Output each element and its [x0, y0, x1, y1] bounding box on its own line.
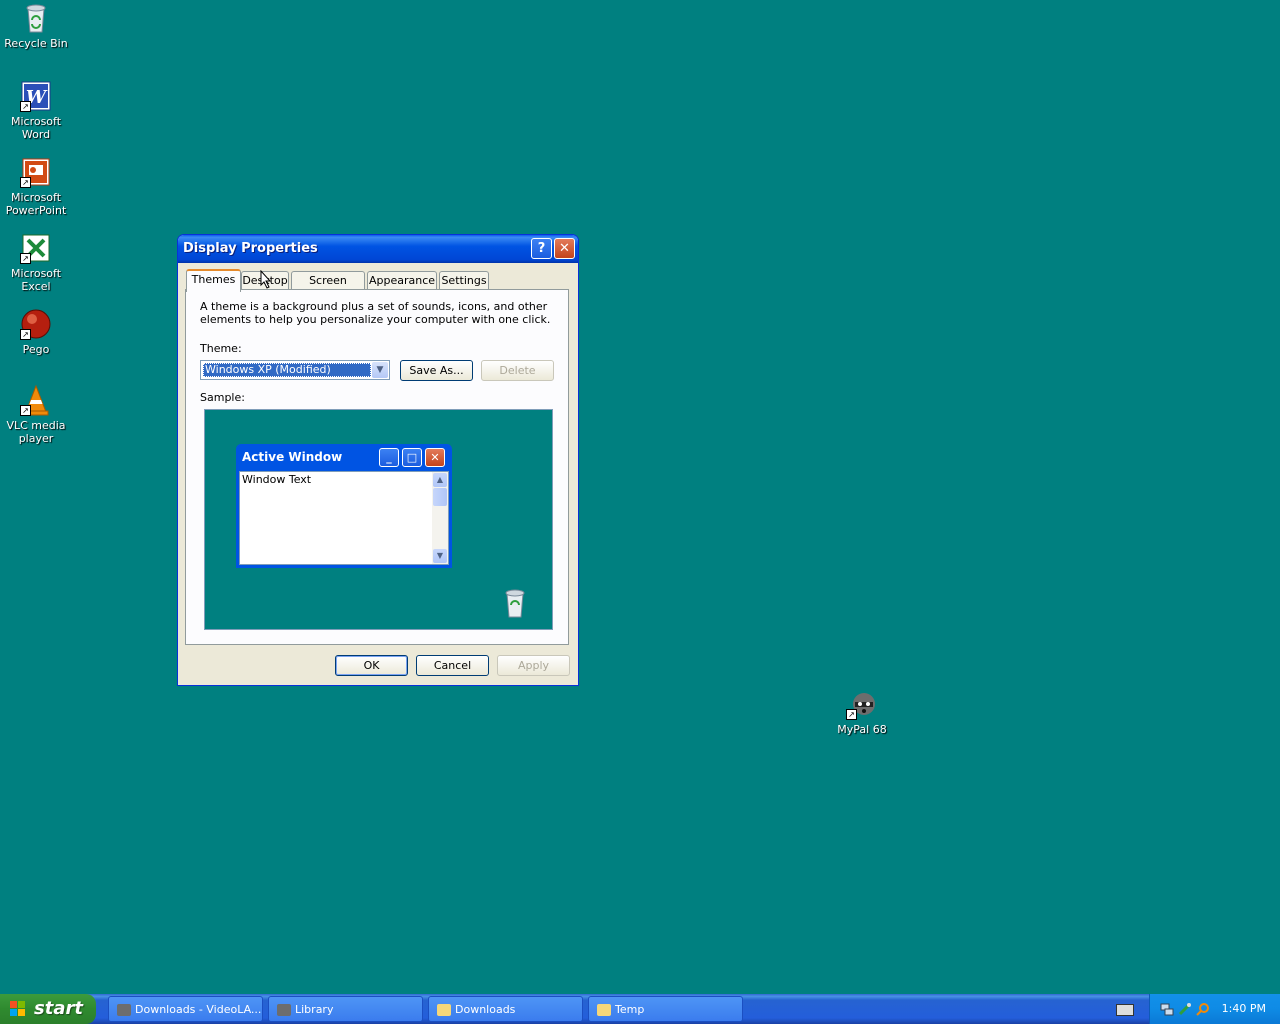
maximize-icon: □: [402, 448, 422, 467]
shortcut-arrow-icon: ↗: [20, 177, 31, 188]
safely-remove-icon[interactable]: [1178, 1002, 1192, 1016]
scroll-down-icon: ▼: [433, 549, 447, 563]
question-icon: ?: [537, 241, 546, 256]
desktop-icon-label: Microsoft Word: [10, 115, 62, 141]
tab-screen-saver[interactable]: Screen Saver: [291, 271, 365, 304]
recycle-bin-icon: [501, 588, 529, 618]
clock[interactable]: 1:40 PM: [1222, 994, 1266, 1024]
excel-icon: ↗: [20, 232, 52, 264]
close-icon: ✕: [559, 241, 570, 256]
task-label: Downloads - VideoLA...: [135, 1003, 262, 1016]
sample-window-body: Window Text ▲ ▼: [239, 471, 449, 565]
taskbar: start Downloads - VideoLA... Library Dow…: [0, 994, 1280, 1024]
taskbar-button-temp[interactable]: Temp: [588, 996, 743, 1022]
scroll-up-icon: ▲: [433, 473, 447, 487]
mypal-raccoon-icon: [277, 1004, 291, 1016]
task-label: Library: [295, 1003, 334, 1016]
keyboard-icon[interactable]: [1116, 1004, 1134, 1016]
desktop-icon-vlc[interactable]: ↗ VLC media player: [0, 384, 72, 445]
themes-tab-panel: A theme is a background plus a set of so…: [185, 289, 569, 645]
ok-button[interactable]: OK: [335, 655, 408, 676]
theme-dropdown[interactable]: Windows XP (Modified) ▼: [200, 360, 390, 380]
sample-active-window: Active Window _ □ ✕ Window Text ▲ ▼: [236, 444, 452, 568]
theme-dropdown-value: Windows XP (Modified): [203, 363, 371, 377]
folder-icon: [437, 1004, 451, 1016]
pego-icon: ↗: [20, 308, 52, 340]
save-as-button[interactable]: Save As...: [400, 360, 473, 381]
taskbar-button-downloads[interactable]: Downloads: [428, 996, 583, 1022]
mypal-raccoon-icon: ↗: [846, 688, 878, 720]
desktop-icon-label: Microsoft Excel: [10, 267, 62, 293]
system-tray: 1:40 PM: [1149, 994, 1280, 1024]
network-icon[interactable]: [1160, 1002, 1174, 1016]
powerpoint-icon: ↗: [20, 156, 52, 188]
sample-window-text: Window Text: [242, 473, 312, 486]
theme-label: Theme:: [200, 342, 242, 355]
sample-window-title: Active Window: [242, 450, 343, 464]
close-icon: ✕: [425, 448, 445, 467]
start-button[interactable]: start: [0, 994, 96, 1024]
shortcut-arrow-icon: ↗: [20, 405, 31, 416]
desktop-icon-label: VLC media player: [6, 419, 66, 445]
shortcut-arrow-icon: ↗: [846, 709, 857, 720]
chevron-down-icon[interactable]: ▼: [372, 362, 388, 378]
sample-label: Sample:: [200, 391, 245, 404]
windows-flag-icon: [10, 1001, 25, 1016]
desktop-icon-label: Pego: [22, 343, 50, 356]
delete-button[interactable]: Delete: [481, 360, 554, 381]
task-label: Downloads: [455, 1003, 516, 1016]
desktop-icon-label: MyPal 68: [837, 723, 887, 736]
taskbar-button-downloads-videolan[interactable]: Downloads - VideoLA...: [108, 996, 263, 1022]
desktop-icon-label: Recycle Bin: [4, 37, 68, 50]
taskbar-button-library[interactable]: Library: [268, 996, 423, 1022]
word-icon: W ↗: [20, 80, 52, 112]
mypal-raccoon-icon: [117, 1004, 131, 1016]
start-label: start: [34, 998, 83, 1019]
desktop-icon-excel[interactable]: ↗ Microsoft Excel: [0, 232, 72, 293]
display-properties-window: Display Properties ? ✕ Themes Desktop Sc…: [177, 234, 579, 686]
sample-scrollbar: ▲ ▼: [432, 472, 448, 564]
search-icon[interactable]: [1196, 1002, 1210, 1016]
shortcut-arrow-icon: ↗: [20, 253, 31, 264]
close-button[interactable]: ✕: [554, 238, 575, 259]
task-label: Temp: [615, 1003, 645, 1016]
desktop-icon-recycle-bin[interactable]: Recycle Bin: [0, 2, 72, 50]
scroll-thumb: [433, 488, 447, 506]
help-button[interactable]: ?: [531, 238, 552, 259]
vlc-cone-icon: ↗: [20, 384, 52, 416]
tab-appearance[interactable]: Appearance: [367, 271, 437, 290]
shortcut-arrow-icon: ↗: [20, 329, 31, 340]
theme-sample-preview: Active Window _ □ ✕ Window Text ▲ ▼: [204, 409, 553, 630]
recycle-bin-icon: [20, 2, 52, 34]
minimize-icon: _: [379, 448, 399, 467]
tab-settings[interactable]: Settings: [439, 271, 489, 290]
desktop-icon-mypal[interactable]: ↗ MyPal 68: [826, 688, 898, 736]
tab-themes[interactable]: Themes: [186, 269, 241, 292]
desktop-icon-label: Microsoft PowerPoint: [5, 191, 67, 217]
desktop-icon-pego[interactable]: ↗ Pego: [0, 308, 72, 356]
cancel-button[interactable]: Cancel: [416, 655, 489, 676]
title-bar[interactable]: Display Properties ? ✕: [178, 235, 578, 263]
desktop-icon-word[interactable]: W ↗ Microsoft Word: [0, 80, 72, 141]
window-title: Display Properties: [183, 241, 318, 256]
shortcut-arrow-icon: ↗: [20, 101, 31, 112]
apply-button[interactable]: Apply: [497, 655, 570, 676]
desktop-icon-powerpoint[interactable]: ↗ Microsoft PowerPoint: [0, 156, 72, 217]
folder-icon: [597, 1004, 611, 1016]
theme-description: A theme is a background plus a set of so…: [200, 300, 551, 326]
